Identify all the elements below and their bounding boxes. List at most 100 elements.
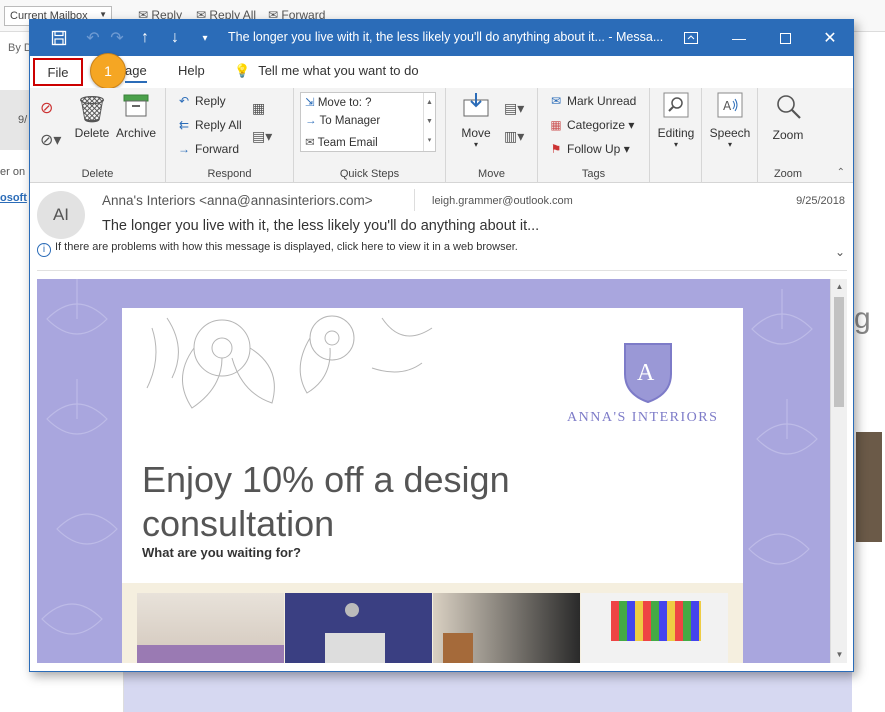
message-window: ↶ ↷ ↑ ↓ ▾ The longer you live with it, t…: [29, 19, 854, 672]
find-icon: [654, 92, 698, 126]
quick-step-team-email[interactable]: ✉ Team Email: [301, 133, 435, 153]
reply-label: Reply: [195, 94, 226, 108]
scroll-down-icon[interactable]: ▼: [831, 647, 848, 663]
archive-button[interactable]: Archive: [114, 92, 158, 140]
previous-item-icon[interactable]: ↑: [130, 20, 160, 56]
tell-me-search[interactable]: 💡 Tell me what you want to do: [234, 63, 419, 79]
delete-button[interactable]: 🗑 Delete: [74, 92, 110, 140]
ribbon-display-options-icon[interactable]: [676, 20, 706, 56]
to-manager-icon: →: [305, 115, 317, 127]
speech-label: Speech: [709, 126, 751, 140]
quick-step-to-manager[interactable]: → To Manager: [301, 113, 435, 133]
link-fragment[interactable]: osoft: [0, 192, 27, 204]
annas-interiors-logo-crest: A: [624, 343, 672, 404]
tab-file-label: File: [47, 64, 69, 80]
trash-icon: 🗑: [75, 94, 109, 124]
editing-button[interactable]: Editing ▾: [654, 92, 698, 149]
rules-icon[interactable]: ▤▾: [504, 100, 524, 117]
junk-icon[interactable]: ⊘▾: [40, 130, 61, 150]
reply-all-icon: ⇇: [178, 118, 190, 132]
mark-unread-button[interactable]: ✉ Mark Unread: [548, 94, 636, 108]
info-bar-text: If there are problems with how this mess…: [55, 241, 518, 253]
expand-header-icon[interactable]: ⌄: [835, 245, 845, 259]
header-divider: [414, 189, 415, 211]
maximize-icon[interactable]: [770, 20, 800, 56]
meeting-icon[interactable]: ▦: [252, 100, 265, 117]
categorize-button[interactable]: ▦ Categorize ▾: [548, 118, 634, 132]
avatar-initials: AI: [52, 205, 70, 224]
tab-help-label: Help: [178, 63, 205, 78]
speech-button[interactable]: A Speech ▾: [708, 92, 752, 149]
envelope-icon: ✉: [550, 94, 562, 108]
tab-message[interactable]: age: [125, 63, 147, 83]
info-icon: i: [37, 243, 51, 257]
collapse-ribbon-icon[interactable]: ⌃: [837, 167, 845, 178]
move-button[interactable]: Move ▾: [454, 92, 498, 149]
ribbon: ⊘ ⊘▾ 🗑 Delete Archive Delete ↶ Reply ⇇ Rep…: [30, 88, 853, 183]
close-icon[interactable]: ✕: [815, 20, 845, 56]
sender[interactable]: Anna's Interiors <anna@annasinteriors.co…: [102, 193, 373, 208]
tab-file[interactable]: File: [33, 58, 83, 86]
promo-subheadline: What are you waiting for?: [142, 545, 301, 560]
living-room-photo: [285, 593, 432, 663]
step-badge-number: 1: [104, 63, 112, 79]
tab-message-label: age: [125, 63, 147, 78]
promo-headline: Enjoy 10% off a design consultation: [142, 459, 510, 544]
categorize-label: Categorize: [567, 118, 626, 132]
quick-step-move-to-label: Move to: ?: [317, 97, 372, 109]
forward-label: Forward: [195, 142, 240, 156]
kitchen-photo: [137, 593, 284, 663]
redo-icon[interactable]: ↷: [102, 20, 132, 56]
delete-label: Delete: [74, 126, 110, 140]
zoom-button[interactable]: Zoom: [766, 92, 810, 142]
tab-help[interactable]: Help: [178, 63, 205, 78]
customize-toolbar-icon[interactable]: ▾: [190, 20, 220, 56]
reply-icon: ↶: [178, 94, 190, 108]
quick-step-team-email-label: Team Email: [317, 137, 378, 149]
info-bar[interactable]: i If there are problems with how this mes…: [37, 241, 518, 257]
read-aloud-icon: A: [708, 92, 752, 126]
message-header: AI Anna's Interiors <anna@annasinteriors…: [30, 183, 853, 273]
flag-icon: ⚑: [550, 142, 562, 156]
window-title: The longer you live with it, the less li…: [228, 30, 664, 44]
minimize-icon[interactable]: —: [724, 20, 754, 56]
respond-group: ↶ Reply ⇇ Reply All → Forward ▦ ▤▾ Respond: [166, 88, 294, 183]
forward-button[interactable]: → Forward: [176, 142, 239, 156]
scroll-up-icon[interactable]: ▲: [831, 279, 848, 295]
quick-steps-scroll[interactable]: ▲ ▼ ▾: [423, 93, 435, 151]
chevron-down-icon: ▼: [99, 10, 107, 19]
ignore-icon[interactable]: ⊘: [40, 98, 53, 118]
onenote-icon[interactable]: ▥▾: [504, 128, 524, 145]
message-subject: The longer you live with it, the less li…: [102, 218, 540, 234]
tell-me-label: Tell me what you want to do: [258, 63, 419, 78]
reply-all-button[interactable]: ⇇ Reply All: [176, 118, 242, 132]
recipient[interactable]: leigh.grammer@outlook.com: [432, 195, 573, 207]
vertical-scrollbar[interactable]: ▲ ▼: [830, 279, 847, 663]
save-icon[interactable]: [44, 20, 74, 56]
categorize-icon: ▦: [550, 118, 562, 132]
archive-label: Archive: [115, 126, 156, 140]
tags-group: ✉ Mark Unread ▦ Categorize ▾ ⚑ Follow Up ▾ …: [538, 88, 650, 183]
move-folder-icon: [454, 92, 498, 126]
svg-text:A: A: [723, 99, 732, 113]
kids-room-photo: [581, 593, 728, 663]
speech-group: A Speech ▾: [702, 88, 758, 183]
avatar[interactable]: AI: [37, 191, 85, 239]
reply-button[interactable]: ↶ Reply: [176, 94, 226, 108]
reply-all-label: Reply All: [195, 118, 242, 132]
quick-steps-group-label: Quick Steps: [339, 168, 400, 180]
email-body: A ANNA'S INTERIORS Enjoy 10% off a desig…: [37, 279, 830, 663]
team-email-icon: ✉: [305, 137, 315, 149]
next-item-icon[interactable]: ↓: [160, 20, 190, 56]
logo-letter: A: [637, 360, 655, 386]
lightbulb-icon: 💡: [234, 63, 251, 78]
scroll-thumb[interactable]: [834, 297, 844, 407]
quick-step-to-manager-label: To Manager: [319, 115, 381, 127]
respond-group-label: Respond: [207, 168, 252, 180]
more-respond-icon[interactable]: ▤▾: [252, 128, 272, 145]
quick-step-move-to[interactable]: ⇲ Move to: ?: [301, 93, 435, 113]
reading-pane-fragment: g: [852, 32, 885, 712]
editing-chevron-icon: ▾: [673, 140, 678, 149]
follow-up-button[interactable]: ⚑ Follow Up ▾: [548, 142, 630, 156]
floral-illustration: [146, 315, 433, 409]
